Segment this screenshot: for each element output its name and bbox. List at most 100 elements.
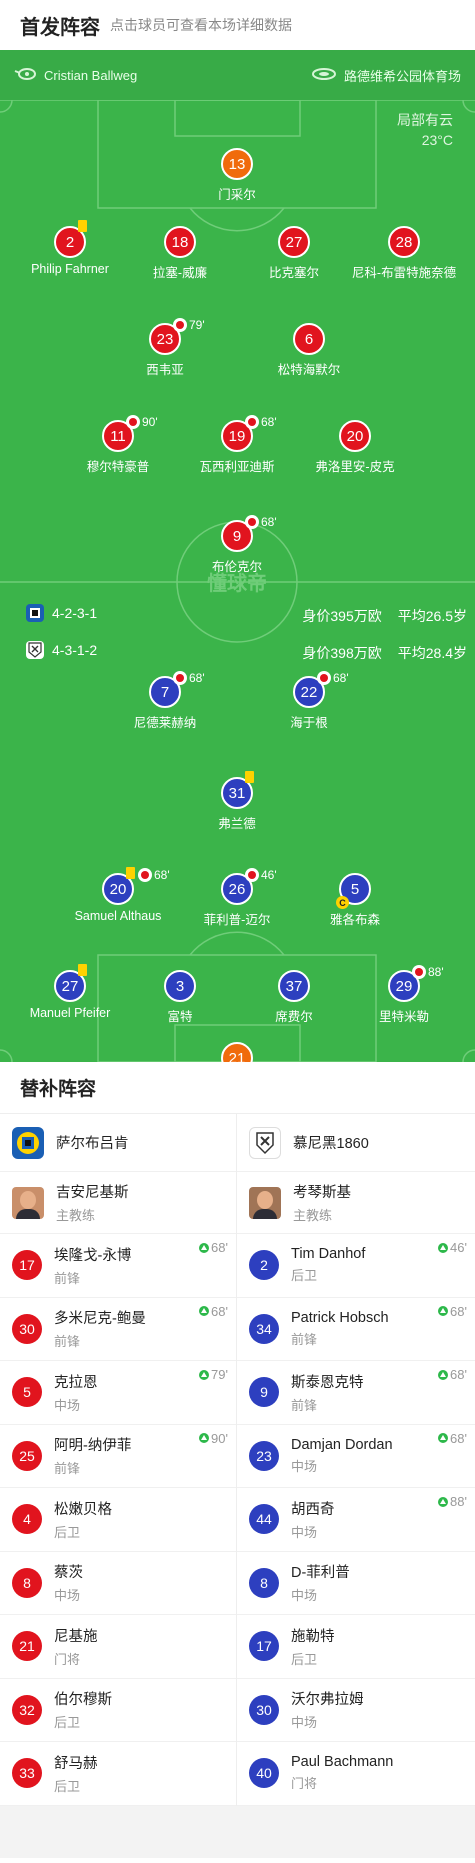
coach-name: 吉安尼基斯	[56, 1185, 129, 1201]
away-player[interactable]: 31 弗兰德	[167, 771, 307, 832]
player-number-badge: 28	[388, 226, 420, 258]
player-number-badge: 8	[249, 1567, 279, 1598]
player-name: Patrick Hobsch	[291, 1309, 389, 1326]
sub-player-row[interactable]: 44 胡西奇 中场 88'	[237, 1488, 475, 1552]
sub-off-icon	[245, 415, 259, 429]
sub-off-marker: 90'	[126, 415, 158, 429]
team-name: 萨尔布吕肯	[56, 1136, 129, 1152]
player-name: 舒马赫	[54, 1755, 98, 1772]
sub-player-row[interactable]: 4 松嫩贝格 后卫	[0, 1488, 236, 1552]
sub-in-icon	[199, 1242, 210, 1253]
home-player[interactable]: 9 68' 布伦克尔	[167, 515, 307, 575]
player-number-badge: 3	[164, 970, 196, 1002]
sub-player-row[interactable]: 30 沃尔弗拉姆 中场	[237, 1679, 475, 1742]
home-player[interactable]: 6 松特海默尔	[239, 323, 379, 378]
sub-player-row[interactable]: 17 埃隆戈-永博 前锋 68'	[0, 1234, 236, 1298]
home-team-row[interactable]: 萨尔布吕肯	[0, 1114, 236, 1172]
sub-player-row[interactable]: 30 多米尼克-鲍曼 前锋 68'	[0, 1298, 236, 1361]
yellow-card-icon	[126, 867, 135, 879]
sub-off-marker: 68'	[317, 671, 349, 685]
pitch: 懂球帝 Cristian Ballweg 路德维希公园体育场 局部有云 23°C…	[0, 50, 475, 1062]
sub-player-row[interactable]: 8 蔡茨 中场	[0, 1552, 236, 1615]
away-player[interactable]: 22 68' 海于根	[239, 671, 379, 731]
sub-in-marker: 68'	[199, 1240, 228, 1255]
sub-time: 68'	[261, 515, 277, 529]
formation-text: 4-3-1-2	[52, 642, 98, 658]
player-name: Paul Bachmann	[291, 1754, 394, 1771]
sub-time: 68'	[189, 671, 205, 685]
home-coach-row[interactable]: 吉安尼基斯 主教练	[0, 1172, 236, 1234]
sub-in-marker: 68'	[438, 1367, 467, 1382]
player-position: 中场	[291, 1458, 318, 1474]
home-player-gk[interactable]: 13 门采尔	[167, 148, 307, 203]
player-name: 克拉恩	[54, 1374, 98, 1391]
player-name: 海于根	[290, 716, 328, 730]
player-number: 7	[160, 683, 170, 701]
player-number-badge: 30	[249, 1694, 279, 1725]
away-coach-row[interactable]: 考琴斯基 主教练	[237, 1172, 475, 1234]
player-number: 29	[395, 977, 413, 995]
away-team-crest-icon	[26, 641, 44, 659]
player-number-badge: 37	[278, 970, 310, 1002]
player-number-badge: 9	[249, 1377, 279, 1408]
sub-player-row[interactable]: 9 斯泰恩克特 前锋 68'	[237, 1361, 475, 1425]
sub-player-row[interactable]: 5 克拉恩 中场 79'	[0, 1361, 236, 1425]
player-position: 后卫	[54, 1778, 81, 1794]
sub-off-marker: 68'	[245, 515, 277, 529]
away-player[interactable]: 7 68' 尼德莱赫纳	[95, 671, 235, 731]
sub-in-icon	[199, 1369, 210, 1380]
sub-player-row[interactable]: 21 尼基施门将	[0, 1615, 236, 1679]
player-name: 尼德莱赫纳	[133, 716, 197, 730]
sub-off-icon	[317, 671, 331, 685]
player-position: 后卫	[54, 1715, 81, 1731]
sub-player-row[interactable]: 17 施勒特 后卫	[237, 1615, 475, 1679]
sub-player-row[interactable]: 40 Paul Bachmann 门将	[237, 1742, 475, 1806]
sub-player-row[interactable]: 32 伯尔穆斯 后卫	[0, 1679, 236, 1742]
player-name: 埃隆戈-永博	[54, 1247, 132, 1264]
coach-avatar	[249, 1186, 281, 1219]
player-position: 后卫	[291, 1268, 318, 1284]
home-formation: 4-2-3-1	[26, 604, 97, 622]
sub-time: 68'	[450, 1367, 467, 1382]
player-name: 松嫩贝格	[54, 1501, 112, 1518]
away-player[interactable]: 5C 雅各布森	[285, 873, 425, 928]
player-name: Tim Danhof	[291, 1246, 366, 1263]
sub-player-row[interactable]: 2 Tim Danhof 后卫 46'	[237, 1234, 475, 1298]
sub-in-icon	[438, 1306, 449, 1316]
sub-player-row[interactable]: 25 阿明-纳伊菲 前锋 90'	[0, 1425, 236, 1488]
sub-off-icon	[245, 868, 259, 882]
player-number-badge: 21	[12, 1631, 42, 1662]
player-position: 门将	[54, 1651, 81, 1667]
sub-time: 88'	[450, 1494, 467, 1509]
away-player[interactable]: 29 88' 里特米勒	[334, 965, 474, 1025]
player-number-badge: 20	[339, 420, 371, 452]
sub-player-row[interactable]: 23 Damjan Dordan 中场 68'	[237, 1425, 475, 1488]
away-player-gk[interactable]: 21 达内	[167, 1042, 307, 1062]
sub-player-row[interactable]: 33 舒马赫 后卫	[0, 1742, 236, 1806]
away-team-row[interactable]: 慕尼黑1860	[237, 1114, 475, 1172]
sub-off-marker: 68'	[138, 868, 170, 882]
sub-time: 88'	[428, 965, 444, 979]
team-value: 身价395万欧	[302, 608, 382, 624]
sub-time: 46'	[261, 868, 277, 882]
coach-name: 考琴斯基	[293, 1185, 351, 1201]
player-number-badge: 40	[249, 1758, 279, 1789]
captain-badge: C	[336, 896, 349, 909]
sub-time: 46'	[450, 1240, 467, 1255]
player-name: 尼基施	[54, 1628, 98, 1645]
player-name: 蔡茨	[54, 1565, 83, 1582]
sub-player-row[interactable]: 34 Patrick Hobsch 前锋 68'	[237, 1298, 475, 1361]
home-player[interactable]: 28 尼科-布雷特施奈德	[334, 226, 474, 281]
sub-in-marker: 68'	[199, 1304, 228, 1319]
home-player[interactable]: 20 弗洛里安-皮克	[285, 420, 425, 475]
away-subs-column: 慕尼黑1860 考琴斯基 主教练 2 Tim Danhof 后卫 46' 34 Pa…	[237, 1114, 475, 1806]
player-position: 后卫	[291, 1651, 318, 1667]
home-player[interactable]: 23 79' 西韦亚	[95, 318, 235, 378]
sub-in-icon	[199, 1433, 210, 1443]
sub-time: 79'	[189, 318, 205, 332]
sub-in-icon	[438, 1242, 449, 1253]
player-number: 20	[109, 880, 127, 898]
sub-player-row[interactable]: 8 D-菲利普 中场	[237, 1552, 475, 1615]
sub-off-icon	[245, 515, 259, 529]
player-name: 沃尔弗拉姆	[291, 1692, 364, 1709]
